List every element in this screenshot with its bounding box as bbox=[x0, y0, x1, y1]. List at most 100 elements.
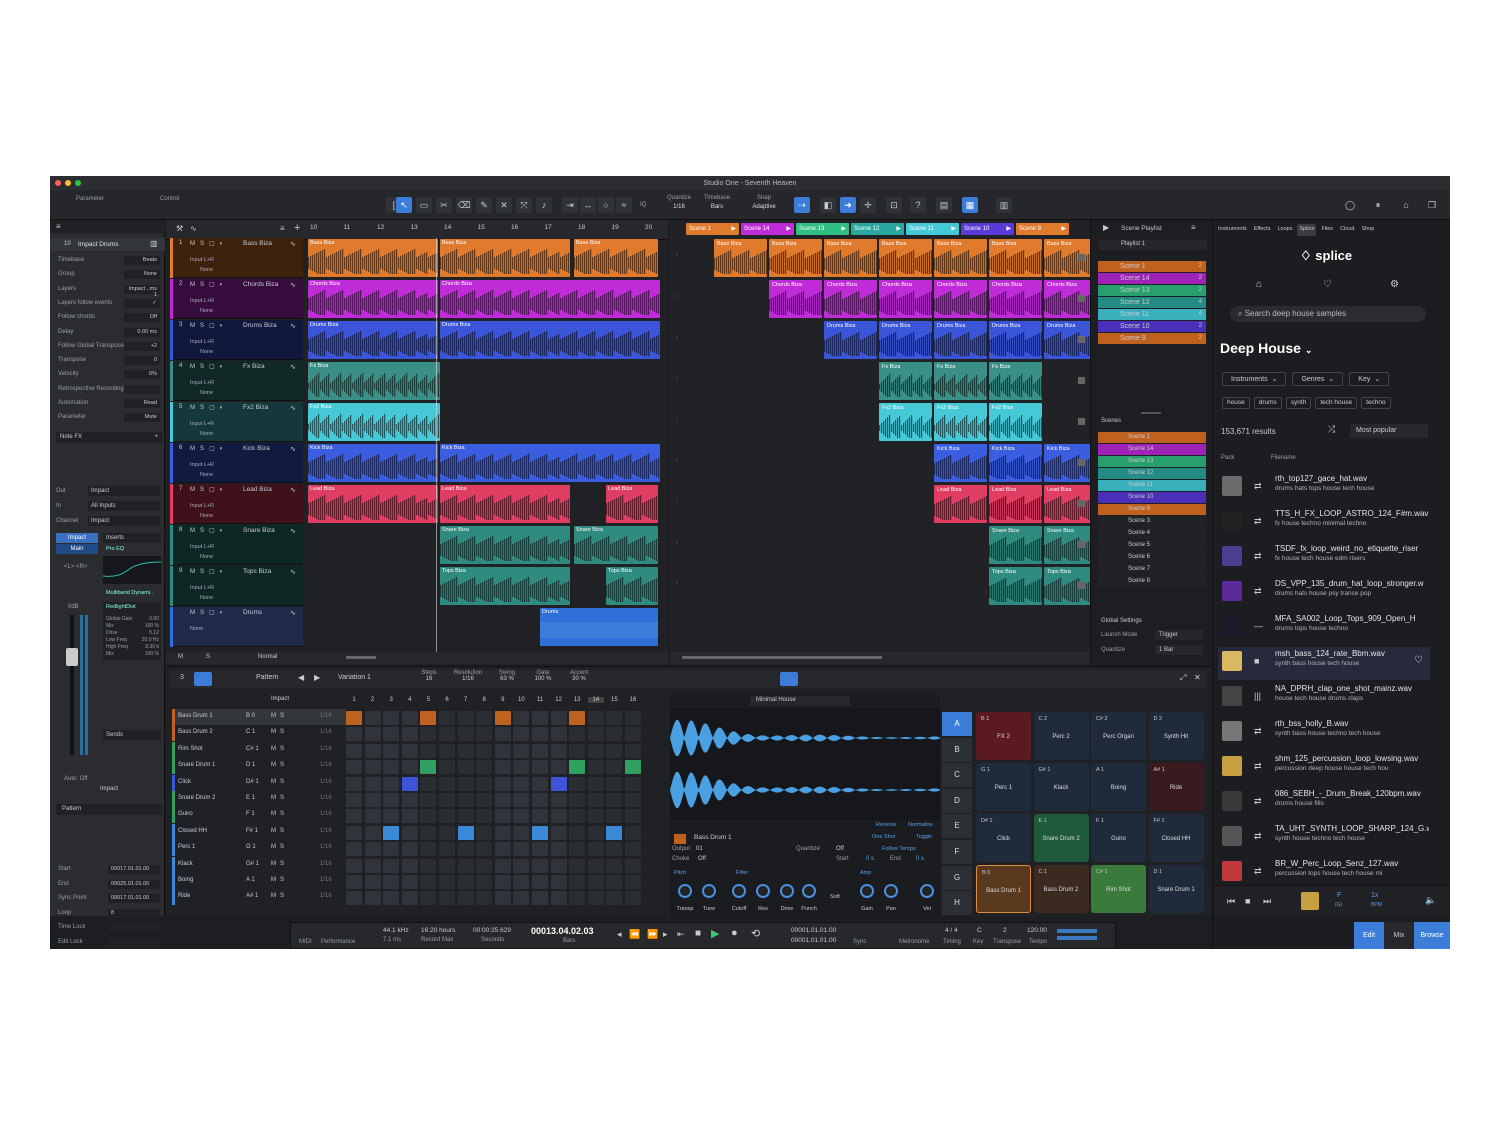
track-header[interactable]: 9 MS▢◐ Tops Biza Input L+R None ∿ bbox=[170, 566, 303, 606]
step-cell[interactable] bbox=[401, 809, 418, 824]
drum-row[interactable]: Klack G# 1 MS 1/16 bbox=[172, 856, 346, 873]
launcher-clip[interactable]: Fx Biza bbox=[934, 362, 987, 400]
drum-pad[interactable]: E 1 Snare Drum 2 bbox=[1033, 814, 1089, 862]
drum-row[interactable]: Ride A# 1 MS 1/16 bbox=[172, 889, 346, 906]
loop-end[interactable]: 00001.01.01.00 bbox=[791, 937, 836, 944]
step-cell[interactable] bbox=[625, 711, 641, 725]
step-cell[interactable] bbox=[606, 875, 623, 889]
drum-row-resolution[interactable]: 1/16 bbox=[320, 779, 332, 785]
sample-row[interactable]: ■ msh_bass_124_rate_Bbm.wav synth bass hou… bbox=[1218, 647, 1430, 680]
drum-pad[interactable]: G 1 Perc 1 bbox=[976, 763, 1031, 811]
scene-list-item[interactable]: Scene 4 bbox=[1098, 528, 1206, 539]
step-cell[interactable] bbox=[494, 875, 511, 889]
step-cell[interactable] bbox=[550, 825, 567, 840]
track-header[interactable]: 8 MS▢◐ Snare Biza Input L+R None ∿ bbox=[170, 525, 303, 565]
step-cell[interactable] bbox=[364, 727, 381, 742]
main-tab[interactable]: Main bbox=[56, 544, 98, 554]
film-icon[interactable]: ▤ bbox=[936, 197, 952, 213]
track-mute-solo-buttons[interactable]: MS▢◐ bbox=[190, 609, 228, 616]
step-cell[interactable] bbox=[439, 743, 455, 758]
launcher-clip[interactable]: Drums Biza bbox=[879, 321, 932, 359]
track-input[interactable]: Input L+R bbox=[190, 421, 214, 427]
step-cell[interactable] bbox=[494, 760, 511, 775]
step-cell[interactable] bbox=[420, 743, 437, 758]
browser-tab[interactable]: Loops bbox=[1275, 224, 1294, 236]
sample-filename[interactable]: TA_UHT_SYNTH_LOOP_SHARP_124_G.w bbox=[1275, 824, 1429, 833]
scene-launch-icon[interactable]: ▶ bbox=[896, 223, 904, 235]
drum-row-mute-solo[interactable]: MS bbox=[271, 844, 288, 850]
step-cell[interactable] bbox=[606, 776, 623, 791]
step-cell[interactable] bbox=[420, 858, 437, 873]
fx-param-value[interactable]: 100 % bbox=[137, 623, 159, 629]
playlist-item[interactable]: Scene 13 2 bbox=[1098, 285, 1206, 296]
launcher-clip[interactable]: Drums Biza bbox=[824, 321, 877, 359]
pad-bank-button[interactable]: A bbox=[942, 712, 972, 736]
launcher-clip[interactable]: Chords Biza bbox=[824, 280, 877, 318]
edit-view-tab[interactable]: Edit bbox=[1354, 922, 1384, 949]
step-cell[interactable] bbox=[439, 711, 455, 725]
step-cell[interactable] bbox=[476, 875, 493, 889]
track-stop-button[interactable] bbox=[1078, 582, 1085, 589]
scene-header[interactable]: Scene 13 ▶ bbox=[796, 223, 849, 235]
track-input[interactable]: Input L+R bbox=[190, 585, 214, 591]
step-cell[interactable] bbox=[587, 793, 604, 807]
launch-mode-select[interactable]: Trigger bbox=[1155, 630, 1203, 640]
sample-filename[interactable]: MFA_SA002_Loop_Tops_909_Open_H bbox=[1275, 614, 1429, 623]
in-select[interactable]: All Inputs bbox=[88, 501, 160, 511]
mix-view-tab[interactable]: Mix bbox=[1384, 922, 1414, 949]
drum-pad[interactable]: B 0 Bass Drum 1 bbox=[976, 865, 1031, 913]
pattern-inspector-value[interactable]: 00017.01.01.00 bbox=[108, 894, 160, 904]
key-value[interactable]: C bbox=[977, 927, 982, 934]
impact-preset-select[interactable]: Minimal House bbox=[750, 696, 850, 706]
track-name[interactable]: Chords Biza bbox=[243, 281, 278, 288]
fast-forward-icon[interactable]: ⏩ bbox=[647, 929, 658, 940]
step-cell[interactable] bbox=[476, 825, 493, 840]
knob[interactable] bbox=[802, 884, 816, 898]
track-monitor[interactable]: None bbox=[200, 431, 213, 437]
accent-field[interactable]: Accent 30 % bbox=[564, 670, 594, 682]
drum-row-resolution[interactable]: 1/16 bbox=[320, 861, 332, 867]
step-cell[interactable] bbox=[383, 793, 400, 807]
scene-list-item[interactable]: Scene 3 bbox=[1098, 516, 1206, 527]
timing-value[interactable]: 4 / 4 bbox=[945, 927, 958, 934]
drum-pad[interactable]: A# 1 Ride bbox=[1148, 763, 1204, 811]
arrange-clip[interactable]: Bass Biza bbox=[440, 239, 570, 277]
step-cell[interactable] bbox=[364, 875, 381, 889]
track-name[interactable]: Kick Biza bbox=[243, 445, 270, 452]
step-cell[interactable] bbox=[569, 793, 586, 807]
step-cell[interactable] bbox=[364, 809, 381, 824]
step-cell[interactable] bbox=[494, 711, 511, 725]
launcher-clip[interactable]: Bass Biza bbox=[714, 239, 767, 277]
launcher-clip[interactable]: Fx Biza bbox=[879, 362, 932, 400]
inspector-value[interactable]: 0% bbox=[124, 370, 160, 380]
step-cell[interactable] bbox=[569, 776, 586, 791]
pad-bank-button[interactable]: H bbox=[942, 891, 972, 916]
step-cell[interactable] bbox=[625, 760, 641, 775]
track-monitor[interactable]: None bbox=[200, 308, 213, 314]
step-cell[interactable] bbox=[383, 809, 400, 824]
scene-list-item[interactable]: Scene 10 bbox=[1098, 492, 1206, 503]
step-cell[interactable] bbox=[606, 711, 623, 725]
track-header[interactable]: 5 MS▢◐ Fx2 Biza Input L+R None ∿ bbox=[170, 402, 303, 442]
step-cell[interactable] bbox=[346, 760, 362, 775]
bend-tool-icon[interactable]: ⤧ bbox=[516, 197, 532, 213]
launcher-clip[interactable]: Bass Biza bbox=[879, 239, 932, 277]
step-cell[interactable] bbox=[420, 891, 437, 906]
step-cell[interactable] bbox=[569, 875, 586, 889]
step-cell[interactable] bbox=[420, 711, 437, 725]
playlist-item[interactable]: Scene 12 4 bbox=[1098, 297, 1206, 308]
drum-row-mute-solo[interactable]: MS bbox=[271, 729, 288, 735]
pattern-inspector-value[interactable]: 00025.01.01.00 bbox=[108, 879, 160, 889]
step-cell[interactable] bbox=[457, 858, 474, 873]
step-cell[interactable] bbox=[532, 809, 548, 824]
track-name[interactable]: Lead Biza bbox=[243, 486, 272, 493]
launcher-clip[interactable]: Fx2 Biza bbox=[879, 403, 932, 441]
drum-row-mute-solo[interactable]: MS bbox=[271, 779, 288, 785]
snap-toggle-icon[interactable]: ⇢ bbox=[794, 197, 810, 213]
pause-icon[interactable]: ⏸ bbox=[1370, 197, 1386, 213]
scene-list-item[interactable]: Scene 8 bbox=[1098, 576, 1206, 587]
launcher-hscroll[interactable] bbox=[682, 656, 882, 659]
track-stop-button[interactable] bbox=[1078, 459, 1085, 466]
step-cell[interactable] bbox=[569, 727, 586, 742]
launcher-clip[interactable]: Bass Biza bbox=[934, 239, 987, 277]
